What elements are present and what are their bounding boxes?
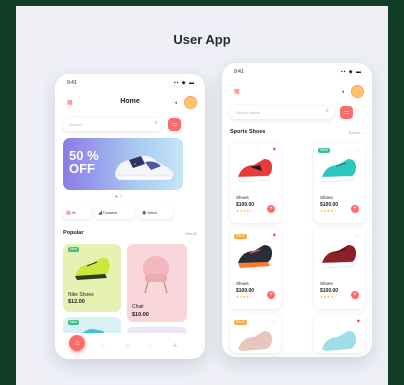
new-badge: NEW — [318, 148, 331, 153]
avatar[interactable] — [351, 85, 364, 98]
product-name: Shoes — [236, 281, 249, 286]
heart-icon[interactable]: ♡ — [101, 343, 105, 349]
rating-stars: ★★★★☆ — [320, 295, 338, 299]
search-icon: ⌕ — [325, 108, 329, 114]
heart-filled-icon[interactable]: ♥ — [272, 147, 276, 153]
chair-image — [143, 256, 169, 294]
sneaker-image — [238, 331, 272, 351]
sort-dropdown[interactable]: Nearby ⌄ — [349, 131, 364, 135]
category-label: Watch — [147, 211, 158, 215]
product-name: Chair — [132, 304, 144, 310]
status-time: 9:41 — [234, 69, 244, 75]
sneaker-image — [238, 245, 272, 268]
new-badge: New — [68, 247, 80, 252]
category-label: All — [71, 211, 76, 215]
notification-icon[interactable]: ◂ — [174, 100, 177, 106]
product-card[interactable]: SALE ♥ Shoes $100.00 ★★★★☆ + — [230, 229, 281, 309]
cart-icon[interactable]: ▭ — [125, 343, 130, 349]
profile-icon[interactable]: ♙ — [173, 343, 177, 349]
shoe-icon: ◢ — [98, 210, 102, 216]
rating-stars: ★★★★☆ — [320, 209, 338, 213]
heart-icon[interactable]: ♡ — [355, 147, 360, 154]
sneaker-image — [321, 159, 356, 183]
product-card[interactable]: New Nike Shoes $12.00 — [63, 244, 121, 312]
status-time: 9:41 — [67, 80, 77, 86]
shop-screen: 9:41 ▪▪ ◆ ▬ ▦ ◂ Search Items ⌕ ⚌ Sports … — [222, 63, 372, 357]
product-price: $10.00 — [132, 312, 149, 318]
product-price: $100.00 — [320, 288, 339, 294]
product-price: $100.00 — [236, 202, 255, 208]
product-card[interactable]: ♥ Shoes $100.00 ★★★★☆ + — [230, 143, 281, 223]
sneaker-image — [322, 331, 356, 351]
heart-icon[interactable]: ♡ — [355, 233, 360, 240]
sneaker-image — [237, 159, 272, 183]
heart-filled-icon[interactable]: ♥ — [356, 319, 360, 325]
product-card[interactable]: NEW ♡ Shoes $100.00 ★★★★☆ + — [314, 143, 365, 223]
filter-button[interactable]: ⚌ — [340, 106, 353, 119]
category-bar: ▦ All ◢ Footwear ◉ Watch — [63, 207, 201, 219]
product-name: Shoes — [320, 195, 333, 200]
add-to-cart-button[interactable]: + — [267, 291, 275, 299]
chat-icon[interactable]: ◌ — [149, 343, 152, 349]
product-card[interactable]: Chair $10.00 — [127, 244, 187, 322]
rating-stars: ★★★★☆ — [236, 295, 254, 299]
home-title: Home — [120, 98, 140, 105]
status-icons: ▪▪ ◆ ▬ — [173, 80, 195, 86]
watch-icon: ◉ — [142, 210, 147, 216]
see-all-link[interactable]: View All — [185, 232, 197, 236]
notification-icon[interactable]: ◂ — [341, 89, 344, 95]
search-placeholder: Search Items — [236, 110, 260, 115]
banner-pagination: ● ○ — [115, 194, 123, 200]
status-bar: 9:41 ▪▪ ◆ ▬ — [67, 80, 195, 88]
category-footwear[interactable]: ◢ Footwear — [95, 207, 135, 219]
bottom-nav: ⌂ ♡ ▭ ◌ ♙ — [55, 333, 205, 359]
heart-icon[interactable]: ♡ — [271, 319, 276, 326]
filter-button[interactable]: ⚌ — [168, 118, 181, 131]
category-watch[interactable]: ◉ Watch — [139, 207, 173, 219]
add-to-cart-button[interactable]: + — [351, 205, 359, 213]
rating-stars: ★★★★☆ — [236, 209, 254, 213]
product-price: $100.00 — [320, 202, 339, 208]
search-input[interactable]: Search ⌕ — [63, 118, 163, 131]
page-title: User App — [173, 32, 231, 47]
status-icons: ▪▪ ◆ ▬ — [340, 69, 362, 75]
sneaker-image — [321, 245, 356, 269]
sale-badge: SALE — [234, 234, 247, 239]
category-label: Footwear — [102, 211, 118, 215]
search-icon: ⌕ — [154, 120, 158, 126]
home-button[interactable]: ⌂ — [69, 335, 85, 351]
canvas: User App 9:41 ▪▪ ◆ ▬ ▦ Home ◂ Search ⌕ ⚌… — [16, 6, 388, 385]
product-price: $100.00 — [236, 288, 255, 294]
grid-icon: ▦ — [66, 210, 71, 216]
promo-banner[interactable]: 50 % OFF — [63, 138, 183, 190]
product-price: $12.00 — [68, 299, 85, 305]
product-card[interactable]: ♡ Shoes $100.00 ★★★★☆ + — [314, 229, 365, 309]
sneaker-image — [114, 155, 174, 181]
home-screen: 9:41 ▪▪ ◆ ▬ ▦ Home ◂ Search ⌕ ⚌ 50 % OFF… — [55, 74, 205, 359]
sale-badge: SALE — [234, 320, 247, 325]
product-card[interactable]: SALE ♡ — [230, 315, 281, 353]
status-bar: 9:41 ▪▪ ◆ ▬ — [234, 69, 362, 77]
add-to-cart-button[interactable]: + — [351, 291, 359, 299]
product-name: Shoes — [236, 195, 249, 200]
sneaker-image — [75, 257, 110, 280]
search-input[interactable]: Search Items ⌕ — [230, 106, 334, 119]
section-title: Sports Shoes — [230, 129, 266, 135]
search-placeholder: Search — [69, 122, 82, 127]
avatar[interactable] — [184, 96, 197, 109]
grid-menu-icon[interactable]: ▦ — [234, 89, 240, 95]
product-name: Nike Shoes — [68, 292, 94, 298]
product-name: Shoes — [320, 281, 333, 286]
popular-heading: Popular — [63, 230, 84, 236]
product-card[interactable]: ♥ — [314, 315, 365, 353]
banner-off-label: OFF — [69, 161, 95, 176]
add-to-cart-button[interactable]: + — [267, 205, 275, 213]
heart-filled-icon[interactable]: ♥ — [272, 233, 276, 239]
category-all[interactable]: ▦ All — [63, 207, 91, 219]
